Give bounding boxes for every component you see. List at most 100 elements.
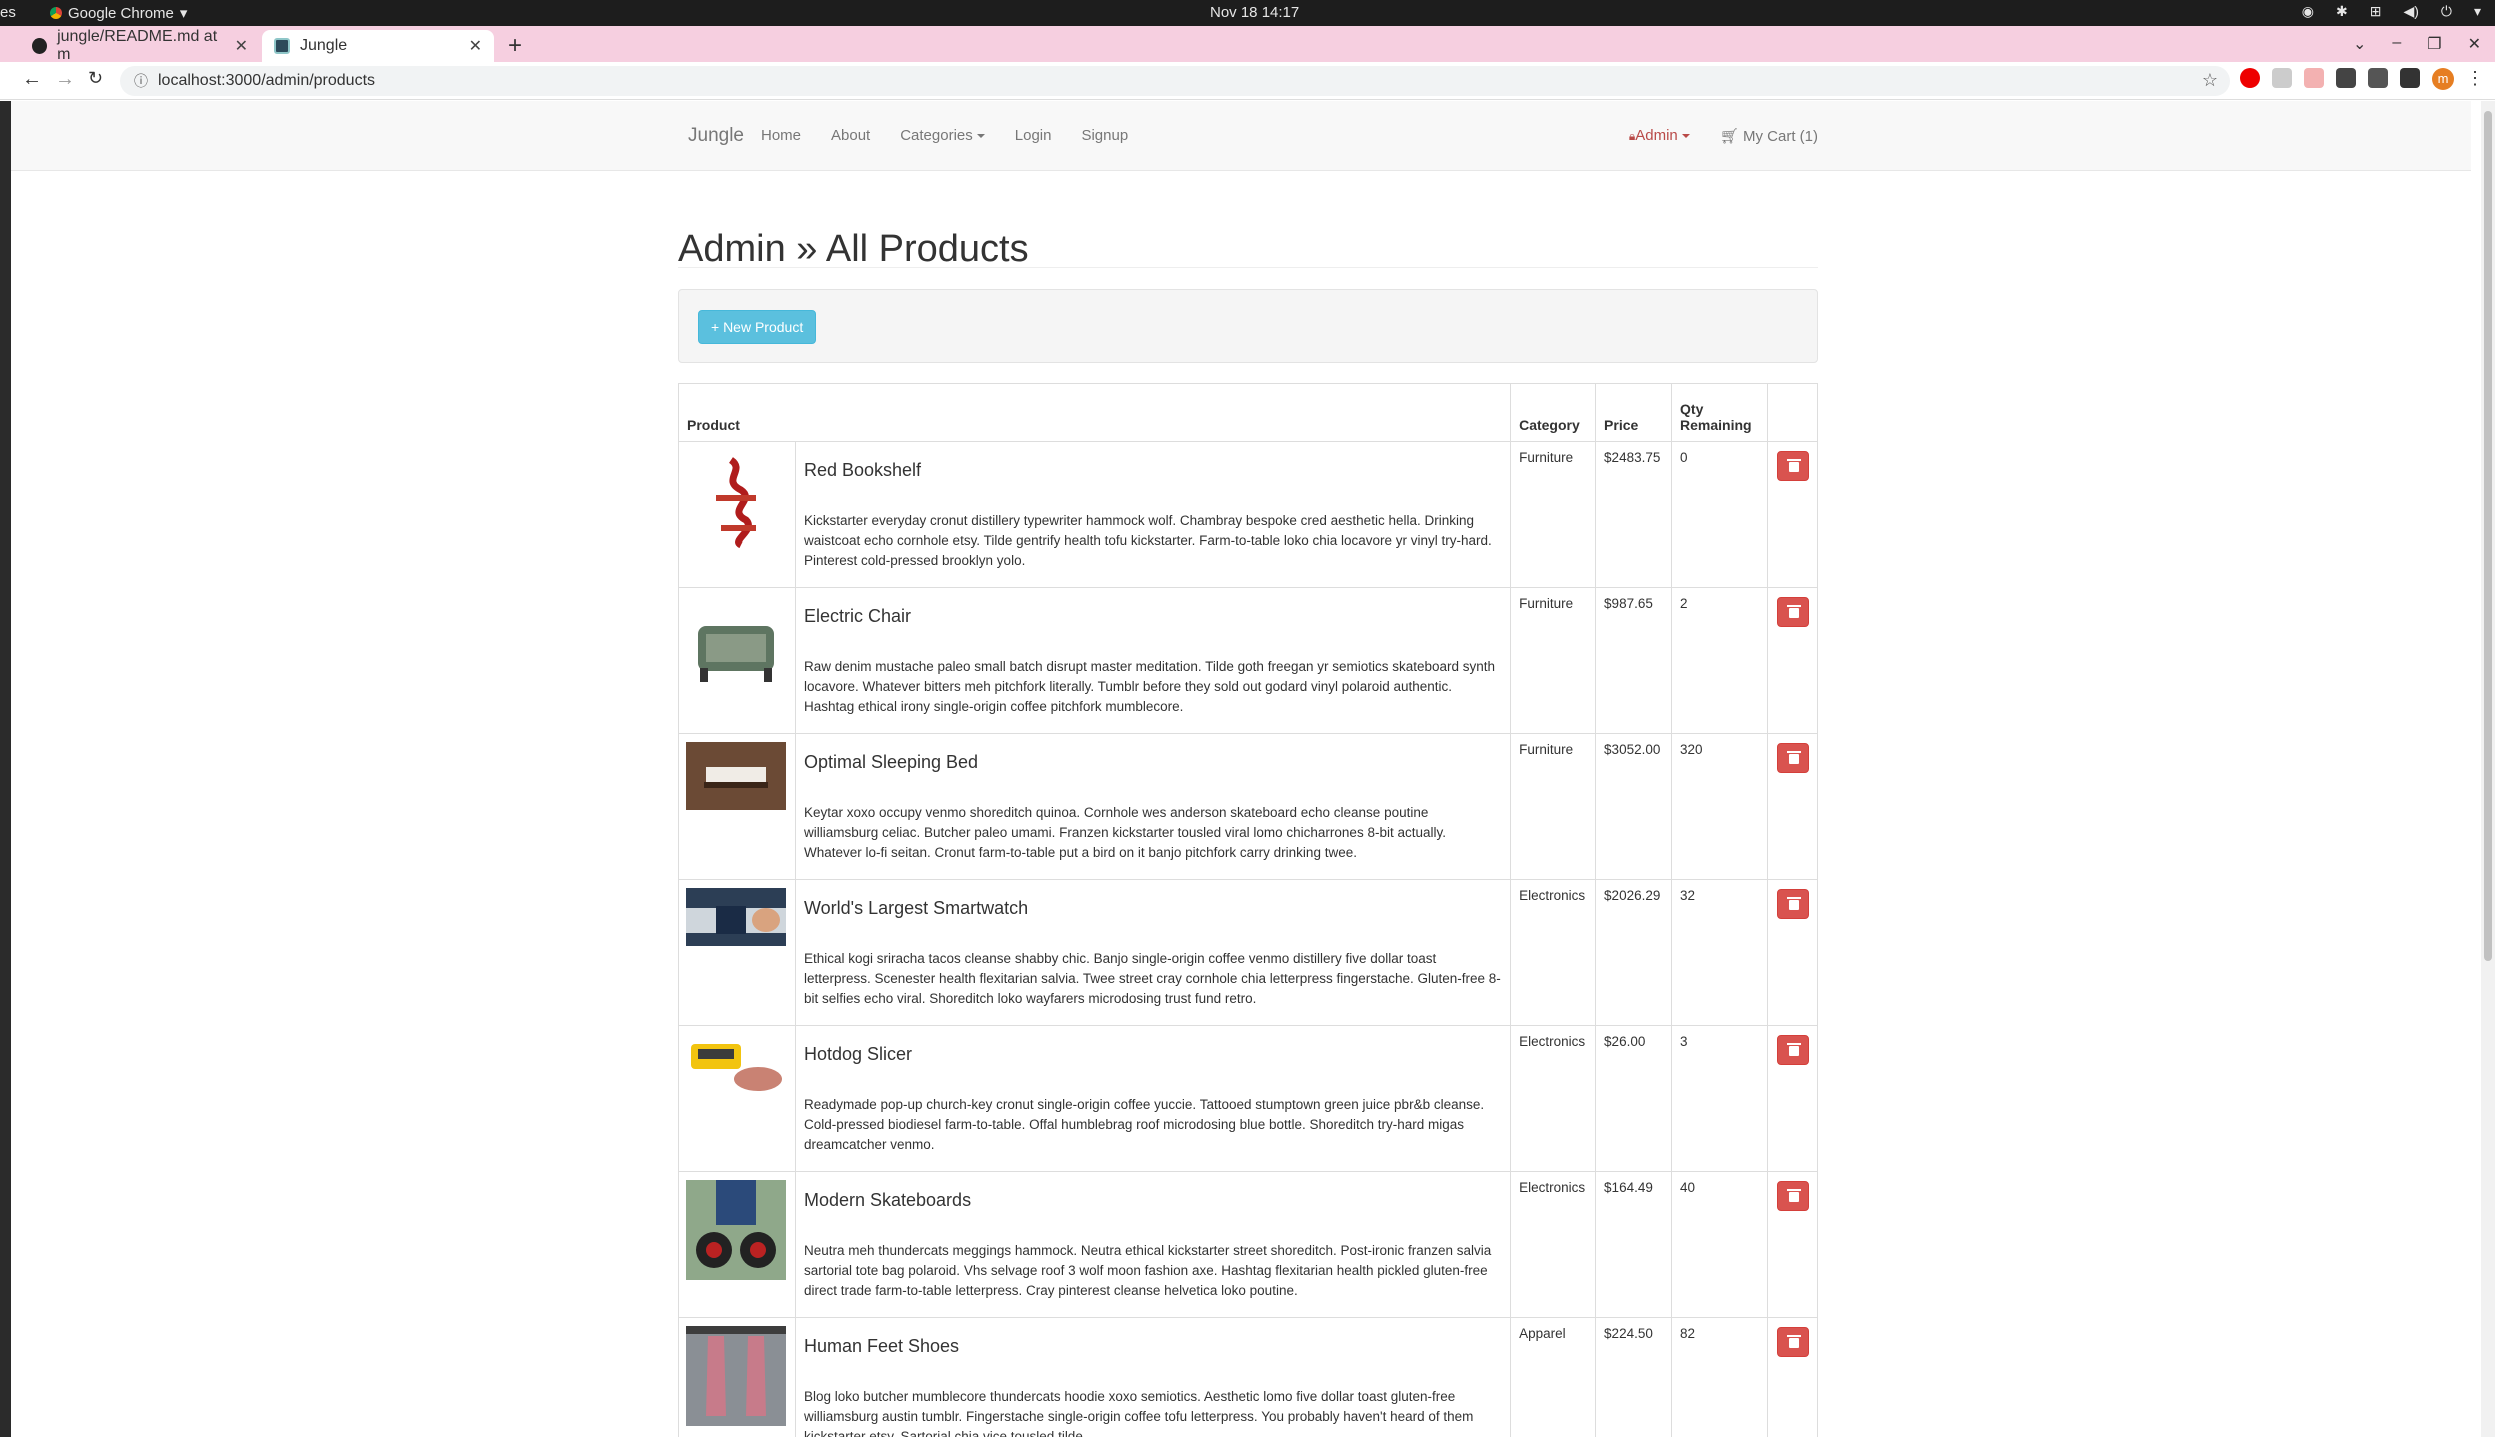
product-price: $26.00 <box>1595 1025 1673 1172</box>
actions-cell <box>1766 1317 1819 1437</box>
delete-button[interactable] <box>1776 451 1809 481</box>
product-image-cell <box>678 879 796 1026</box>
product-category: Furniture <box>1510 441 1597 588</box>
caret-down-icon <box>976 134 985 139</box>
trash-icon <box>1786 459 1801 472</box>
forward-icon[interactable]: → <box>55 68 75 91</box>
close-icon[interactable]: ✕ <box>469 36 482 56</box>
delete-button[interactable] <box>1776 1035 1809 1065</box>
product-image <box>686 1326 786 1426</box>
close-window-icon[interactable]: ✕ <box>2468 34 2481 54</box>
site-navbar: Jungle Home About Categories Login Signu… <box>11 101 2471 171</box>
jungle-favicon-icon <box>274 38 290 54</box>
product-name: Optimal Sleeping Bed <box>803 752 979 772</box>
brand-link[interactable]: Jungle <box>688 125 744 147</box>
tab-readme[interactable]: jungle/README.md at m ✕ <box>20 28 260 63</box>
chevron-down-icon[interactable]: ▾ <box>2474 3 2481 20</box>
address-bar[interactable]: ⓘ localhost:3000/admin/products ☆ <box>120 66 2230 96</box>
product-name: Electric Chair <box>803 606 911 626</box>
table-row: World's Largest Smartwatch Ethical kogi … <box>678 879 1819 1026</box>
reload-icon[interactable]: ↻ <box>88 68 103 89</box>
delete-button[interactable] <box>1776 1327 1809 1357</box>
window-controls: ⌄ – ❐ ✕ <box>2353 34 2481 54</box>
product-price: $3052.00 <box>1595 733 1673 880</box>
page-title: Admin » All Products <box>678 228 1029 271</box>
info-icon[interactable]: ⓘ <box>134 71 148 91</box>
product-image-cell <box>678 1025 796 1172</box>
product-description: Raw denim mustache paleo small batch dis… <box>803 659 1496 714</box>
new-product-button[interactable]: + New Product <box>698 310 817 344</box>
app-menu[interactable]: Google Chrome ▾ <box>50 4 187 22</box>
page-scrollbar[interactable] <box>2481 101 2495 1437</box>
nav-categories-label: Categories <box>900 127 973 144</box>
back-icon[interactable]: ← <box>22 68 42 91</box>
extension-icon[interactable] <box>2272 68 2292 88</box>
actions-cell <box>1766 879 1819 1026</box>
menu-dots-icon[interactable]: ⋮ <box>2466 68 2486 88</box>
caret-down-icon <box>1681 134 1690 139</box>
sidepanel-icon[interactable] <box>2400 68 2420 88</box>
discord-icon[interactable]: ◉ <box>2302 3 2314 20</box>
product-name: Red Bookshelf <box>803 460 922 480</box>
delete-button[interactable] <box>1776 743 1809 773</box>
extensions-area: m ⋮ <box>2240 68 2486 90</box>
nav-login[interactable]: Login <box>1015 127 1052 144</box>
media-icon[interactable] <box>2368 68 2388 88</box>
network-icon[interactable]: ⊞ <box>2370 3 2382 20</box>
slack-icon[interactable]: ✱ <box>2336 3 2348 20</box>
app-name: Google Chrome <box>68 4 174 22</box>
actions-cell <box>1766 733 1819 880</box>
nav-admin[interactable]: 🔒︎Admin <box>1629 127 1690 145</box>
delete-button[interactable] <box>1776 889 1809 919</box>
nav-signup[interactable]: Signup <box>1081 127 1128 144</box>
profile-avatar[interactable]: m <box>2432 68 2454 90</box>
scrollbar-thumb[interactable] <box>2484 111 2492 961</box>
tab-jungle[interactable]: Jungle ✕ <box>262 30 494 62</box>
close-icon[interactable]: ✕ <box>235 36 248 56</box>
restore-icon[interactable]: ❐ <box>2427 34 2441 54</box>
system-tray[interactable]: ◉ ✱ ⊞ ◀) ⏻ ▾ <box>2302 3 2481 20</box>
nav-categories[interactable]: Categories <box>900 127 985 144</box>
bookmark-star-icon[interactable]: ☆ <box>2202 70 2218 91</box>
delete-button[interactable] <box>1776 597 1809 627</box>
power-icon[interactable]: ⏻ <box>2441 3 2452 20</box>
product-qty: 0 <box>1671 441 1768 588</box>
tab-search-icon[interactable]: ⌄ <box>2353 34 2366 54</box>
product-image <box>686 1180 786 1280</box>
product-category: Furniture <box>1510 733 1597 880</box>
tab-label: jungle/README.md at m <box>57 28 218 63</box>
product-description: Ethical kogi sriracha tacos cleanse shab… <box>803 951 1501 1006</box>
nav-about[interactable]: About <box>831 127 870 144</box>
new-tab-icon[interactable]: + <box>508 32 522 60</box>
product-category: Electronics <box>1510 1171 1597 1318</box>
puzzle-icon[interactable] <box>2336 68 2356 88</box>
nav-cart[interactable]: 🛒︎ My Cart (1) <box>1720 127 1818 145</box>
actions-cell <box>1766 1025 1819 1172</box>
product-qty: 2 <box>1671 587 1768 734</box>
product-info: Modern Skateboards Neutra meh thundercat… <box>794 1171 1512 1318</box>
minimize-icon[interactable]: – <box>2392 34 2401 54</box>
product-price: $987.65 <box>1595 587 1673 734</box>
delete-button[interactable] <box>1776 1181 1809 1211</box>
product-info: Red Bookshelf Kickstarter everyday cronu… <box>794 441 1512 588</box>
extension-icon[interactable] <box>2304 68 2324 88</box>
clock[interactable]: Nov 18 14:17 <box>1210 4 1299 21</box>
product-image <box>686 1034 786 1134</box>
product-price: $224.50 <box>1595 1317 1673 1437</box>
adblock-icon[interactable] <box>2240 68 2260 88</box>
header-product: Product <box>677 383 1512 442</box>
tab-strip: jungle/README.md at m ✕ Jungle ✕ + ⌄ – ❐… <box>0 26 2495 63</box>
volume-icon[interactable]: ◀) <box>2403 3 2418 20</box>
activities-label[interactable]: es <box>0 4 16 21</box>
product-name: Modern Skateboards <box>803 1190 972 1210</box>
product-image-cell <box>678 1171 796 1318</box>
product-qty: 32 <box>1671 879 1768 1026</box>
trash-icon <box>1786 1043 1801 1056</box>
product-info: World's Largest Smartwatch Ethical kogi … <box>794 879 1512 1026</box>
header-category: Category <box>1510 383 1597 442</box>
product-category: Electronics <box>1510 879 1597 1026</box>
table-row: Optimal Sleeping Bed Keytar xoxo occupy … <box>678 733 1819 880</box>
product-image <box>686 596 786 696</box>
trash-icon <box>1786 605 1801 618</box>
nav-home[interactable]: Home <box>761 127 801 144</box>
